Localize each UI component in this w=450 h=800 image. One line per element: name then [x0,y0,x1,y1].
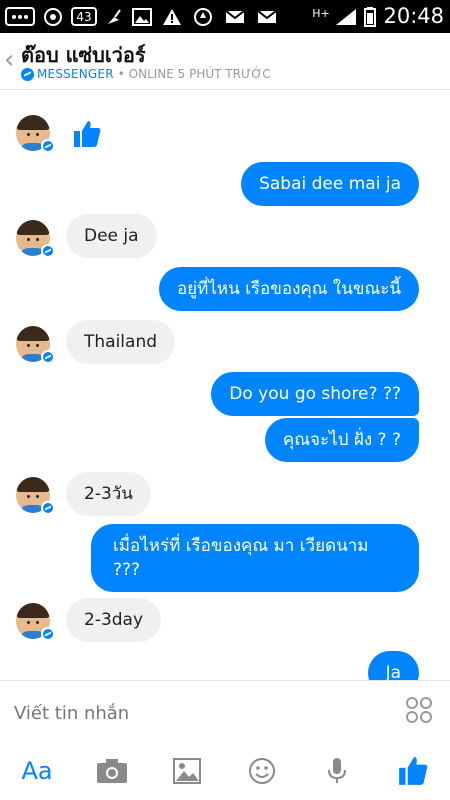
messenger-badge-icon [41,350,55,364]
message-incoming[interactable]: Dee ja [66,214,157,258]
online-status: • ONLINE 5 PHÚT TRƯỚC [117,67,271,81]
messenger-badge-icon [41,139,55,153]
message-composer [0,680,450,742]
message-outgoing[interactable]: เมื่อไหร่ที่ เรือของคุณ มา เวียดนาม ??? [91,524,419,592]
message-incoming[interactable]: Thailand [66,320,176,364]
message-incoming[interactable]: 2-3วัน [66,472,151,516]
contact-avatar[interactable] [14,473,55,515]
composer-toolbar: Aa [0,742,450,800]
messenger-badge-icon [41,501,55,515]
contact-avatar[interactable] [14,599,55,641]
contact-avatar[interactable] [14,322,55,364]
messenger-badge-icon [41,244,55,258]
thumbs-up-icon[interactable] [396,754,430,788]
clock: 20:48 [383,4,444,28]
battery-icon [362,6,378,27]
network-type-label: H+ [312,7,330,20]
message-outgoing[interactable]: Do you go shore? ?? [211,372,419,416]
app-label: MESSENGER [37,67,114,81]
messenger-badge-icon [41,627,55,641]
chevron-left-icon[interactable]: ‹ [4,47,14,73]
chat-notification-icon [5,7,35,26]
gallery-icon[interactable] [170,754,204,788]
chrome-icon [42,7,64,26]
thumbs-up-icon [72,119,102,149]
presence-line: MESSENGER • ONLINE 5 PHÚT TRƯỚC [21,67,271,81]
camera-icon[interactable] [95,754,129,788]
message-list[interactable]: Sabai dee mai ja Dee ja อยู่ที่ไหน เรือข… [0,91,450,680]
notification-count-badge: 43 [71,7,97,26]
message-outgoing[interactable]: Ja [367,651,419,680]
message-outgoing[interactable]: อยู่ที่ไหน เรือของคุณ ในขณะนี้ [158,267,419,311]
status-bar: 43 H+ 20:48 [0,0,450,33]
signal-icon [334,7,358,26]
app-badge-icon [192,7,214,26]
sticker-icon[interactable] [406,697,434,725]
conversation-header: ‹ ต๊อบ แซ่บเว่อร์ MESSENGER • ONLINE 5 P… [0,33,450,90]
messenger-logo-icon [21,67,34,81]
broom-icon [104,7,124,26]
message-incoming[interactable]: 2-3day [66,598,162,642]
message-outgoing[interactable]: คุณจะไป ฝั่ง ? ? [264,418,419,462]
text-format-button[interactable]: Aa [20,754,54,788]
microphone-icon[interactable] [320,754,354,788]
mail-icon-2 [255,7,279,26]
gallery-icon [131,7,153,26]
warning-icon [161,7,183,26]
message-outgoing[interactable]: Sabai dee mai ja [241,162,419,206]
emoji-icon[interactable] [245,754,279,788]
contact-avatar[interactable] [14,216,55,258]
mail-icon [223,7,247,26]
message-input[interactable] [14,701,354,725]
contact-avatar[interactable] [14,111,55,153]
